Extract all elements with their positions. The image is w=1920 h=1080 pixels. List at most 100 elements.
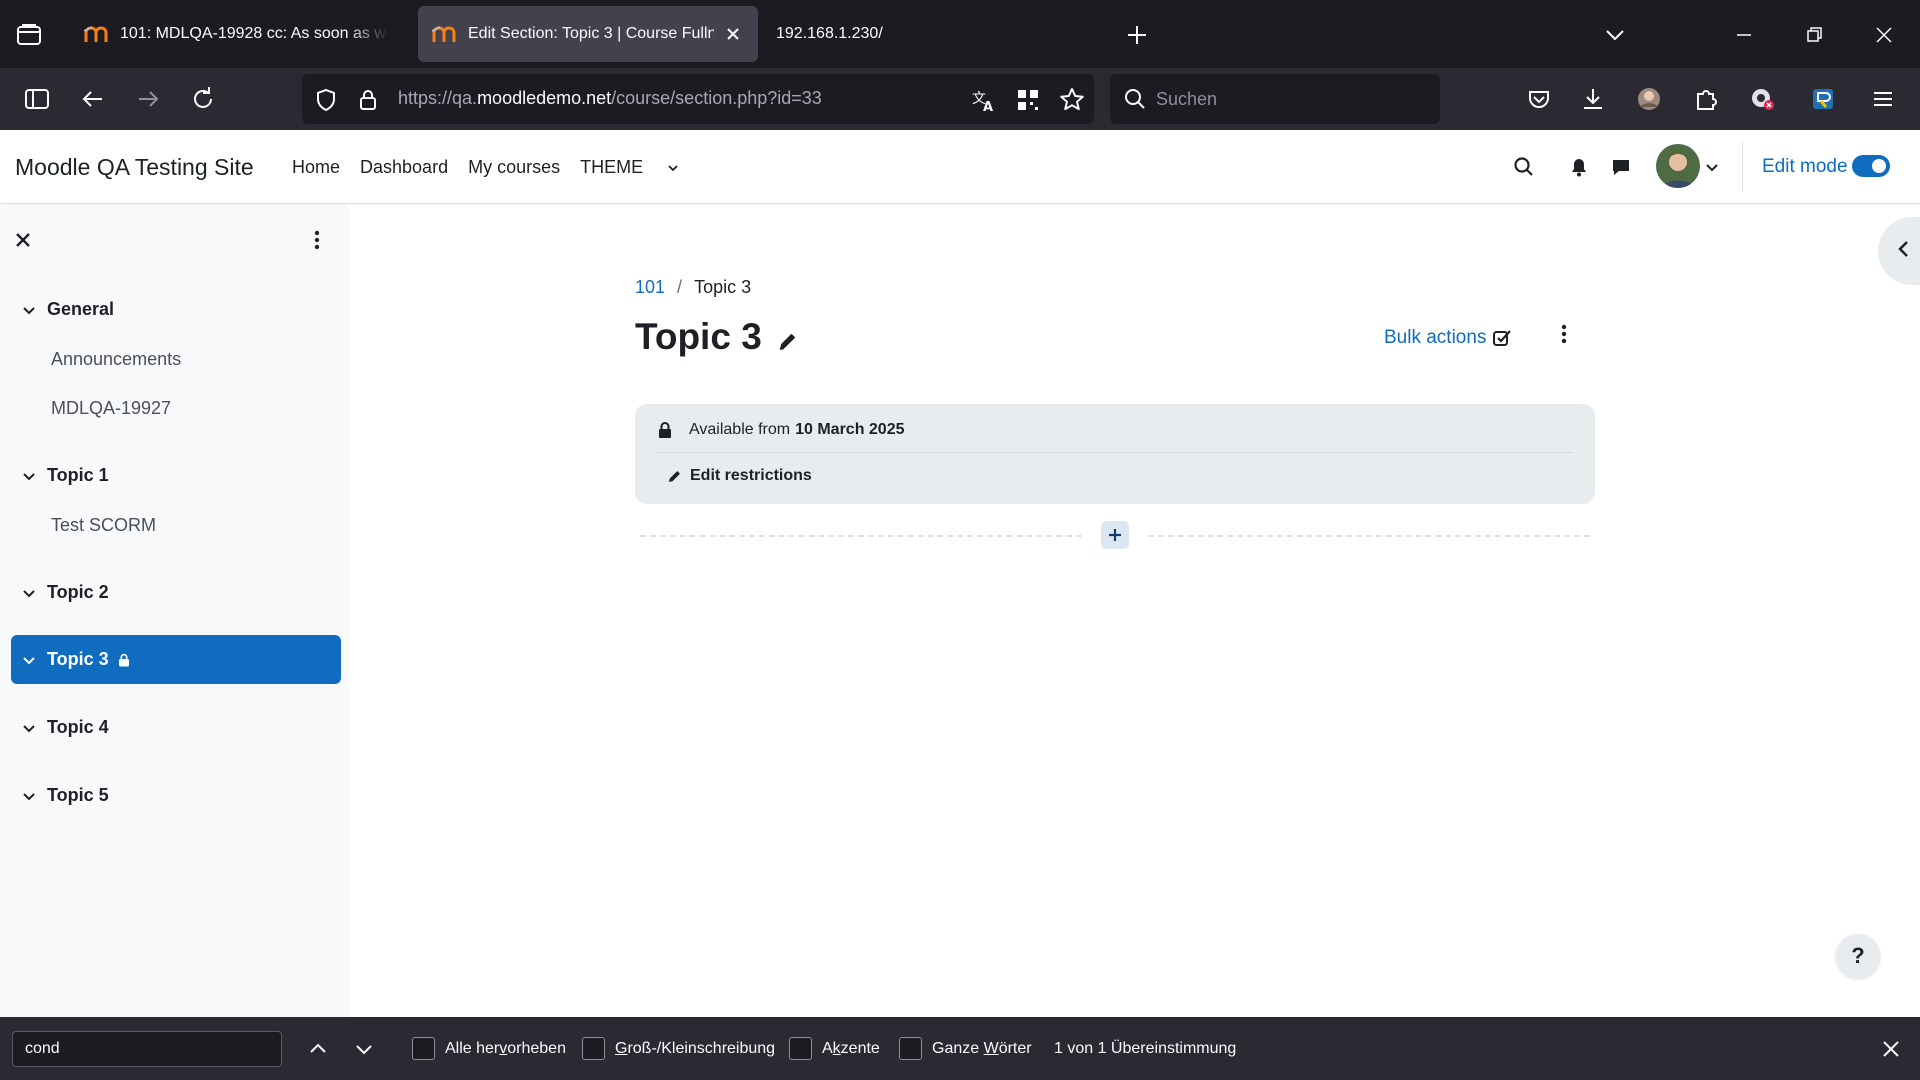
browser-search-input[interactable] (1156, 86, 1426, 112)
translate-icon[interactable]: 文A (970, 86, 998, 114)
nav-home[interactable]: Home (292, 157, 340, 178)
notification-bell-icon[interactable] (1566, 154, 1592, 180)
label-part: Alle her (445, 1039, 500, 1057)
label-part: örter (998, 1039, 1032, 1057)
more-options-icon[interactable] (304, 227, 330, 253)
label-part: Ganze (932, 1039, 984, 1057)
bookmark-star-icon[interactable] (1058, 86, 1086, 114)
messages-icon[interactable] (1608, 154, 1634, 180)
breadcrumb: 101 / Topic 3 (635, 277, 751, 298)
chevron-up-icon[interactable] (305, 1036, 331, 1062)
nav-my-courses[interactable]: My courses (468, 157, 560, 178)
breadcrumb-course-link[interactable]: 101 (635, 277, 665, 298)
course-index-section-topic-2[interactable]: Topic 2 (20, 582, 109, 603)
availability-info: Available from 10 March 2025 (657, 421, 905, 439)
restore-icon[interactable] (1797, 18, 1831, 52)
close-find-bar-icon[interactable] (1877, 1035, 1905, 1063)
course-index-section-topic-5[interactable]: Topic 5 (20, 785, 109, 806)
extension-badge-icon[interactable] (1806, 82, 1840, 116)
course-index-section-general[interactable]: General (20, 299, 114, 320)
checkbox-box[interactable] (582, 1037, 605, 1060)
edit-mode-toggle[interactable] (1852, 155, 1890, 177)
tab-title: 192.168.1.230/ (776, 25, 883, 42)
add-section-button[interactable] (1101, 521, 1129, 549)
course-index-section-topic-3[interactable]: Topic 3 (11, 635, 341, 684)
sidebar-icon[interactable] (20, 82, 54, 116)
checkbox-box[interactable] (412, 1037, 435, 1060)
find-match-status: 1 von 1 Übereinstimmung (1054, 1040, 1237, 1057)
browser-tab[interactable]: 192.168.1.230/ (762, 6, 1062, 62)
activity-label: Announcements (51, 349, 182, 369)
nav-theme-dropdown[interactable]: THEME (580, 157, 679, 178)
course-index-section-topic-1[interactable]: Topic 1 (20, 465, 109, 486)
match-case-checkbox[interactable]: Groß-/Kleinschreibung (582, 1037, 775, 1060)
qr-code-icon[interactable] (1014, 86, 1042, 114)
edit-mode-label: Edit mode (1762, 156, 1848, 177)
minimize-icon[interactable] (1727, 18, 1761, 52)
forward-icon[interactable] (131, 82, 165, 116)
chevron-down-icon[interactable] (20, 301, 38, 319)
bulk-actions-button[interactable]: Bulk actions (1384, 327, 1513, 349)
pencil-icon (669, 471, 680, 482)
more-options-icon[interactable] (1551, 322, 1577, 348)
page-title-text: Topic 3 (635, 316, 762, 357)
availability-prefix: Available from (689, 421, 791, 438)
close-window-icon[interactable] (1867, 18, 1901, 52)
browser-search-bar[interactable] (1110, 74, 1440, 124)
whole-words-checkbox[interactable]: Ganze Wörter (899, 1037, 1032, 1060)
url-prefix: https://qa. (398, 88, 478, 108)
browser-tab-active[interactable]: Edit Section: Topic 3 | Course Fullname (418, 6, 758, 62)
close-tab-icon[interactable] (722, 23, 744, 45)
shield-icon[interactable] (312, 86, 340, 114)
browser-tab[interactable]: 101: MDLQA-19928 cc: As soon as we beg (70, 6, 402, 62)
account-avatar-icon[interactable] (1632, 82, 1666, 116)
search-icon[interactable] (1511, 154, 1537, 180)
chevron-down-icon[interactable] (20, 584, 38, 602)
course-index-activity-test-scorm[interactable]: Test SCORM (51, 515, 156, 536)
extensions-icon[interactable] (1688, 82, 1722, 116)
checkbox-box[interactable] (789, 1037, 812, 1060)
chevron-down-icon[interactable] (20, 467, 38, 485)
pencil-icon[interactable] (776, 329, 800, 353)
plus-icon (1109, 529, 1121, 541)
site-name[interactable]: Moodle QA Testing Site (15, 154, 254, 181)
primary-navigation: Home Dashboard My courses THEME (292, 157, 699, 178)
close-icon[interactable] (10, 227, 36, 253)
firefox-view-icon[interactable] (14, 20, 44, 50)
list-all-tabs-icon[interactable] (1600, 20, 1630, 50)
chevron-down-icon[interactable] (20, 787, 38, 805)
chevron-down-icon[interactable] (351, 1036, 377, 1062)
new-tab-icon[interactable] (1122, 20, 1152, 50)
section-label: Topic 3 (47, 649, 109, 669)
find-input[interactable] (12, 1031, 282, 1067)
url-bar[interactable]: https://qa.moodledemo.net/course/section… (302, 74, 1094, 124)
tab-title: 101: MDLQA-19928 cc: As soon as we beg (120, 25, 388, 42)
pocket-icon[interactable] (1522, 82, 1556, 116)
chevron-down-icon[interactable] (1703, 158, 1721, 176)
lock-icon[interactable] (354, 86, 382, 114)
edit-restrictions-link[interactable]: Edit restrictions (667, 467, 812, 485)
header-divider (1742, 142, 1743, 192)
course-index-section-topic-4[interactable]: Topic 4 (20, 717, 109, 738)
moodle-icon (432, 24, 458, 44)
privacy-extension-icon[interactable] (1746, 82, 1780, 116)
user-avatar[interactable] (1656, 144, 1700, 188)
reload-icon[interactable] (186, 82, 220, 116)
course-index-activity-mdlqa-19927[interactable]: MDLQA-19927 (51, 398, 171, 419)
nav-dashboard[interactable]: Dashboard (360, 157, 448, 178)
back-icon[interactable] (76, 82, 110, 116)
bulk-edit-icon (1493, 330, 1512, 346)
download-icon[interactable] (1576, 82, 1610, 116)
match-diacritics-checkbox[interactable]: Akzente (789, 1037, 880, 1060)
checkbox-box[interactable] (899, 1037, 922, 1060)
hamburger-menu-icon[interactable] (1866, 82, 1900, 116)
help-button[interactable]: ? (1836, 934, 1880, 978)
label-part: A (822, 1039, 833, 1057)
chevron-down-icon[interactable] (20, 719, 38, 737)
section-label: Topic 4 (47, 717, 109, 737)
chevron-down-icon[interactable] (20, 651, 38, 669)
course-index-activity-announcements[interactable]: Announcements (51, 349, 181, 370)
highlight-all-checkbox[interactable]: Alle hervorheben (412, 1037, 566, 1060)
section-label: Topic 2 (47, 582, 109, 602)
url-text[interactable]: https://qa.moodledemo.net/course/section… (398, 88, 822, 109)
